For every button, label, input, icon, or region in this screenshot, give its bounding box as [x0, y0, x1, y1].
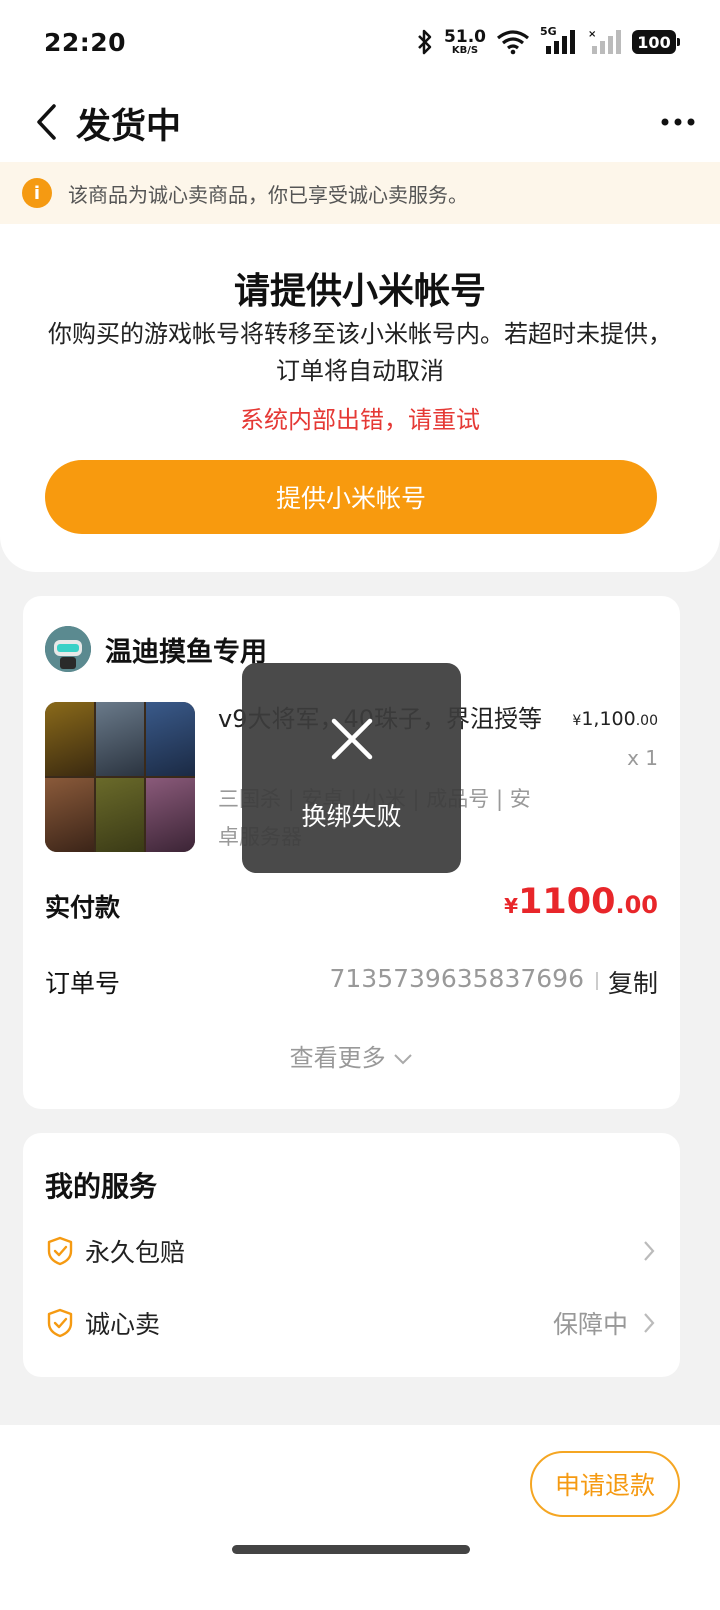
product-image[interactable] — [45, 702, 195, 852]
cellular-signal-icon: 5G — [540, 25, 578, 56]
view-more-label: 查看更多 — [289, 1044, 386, 1072]
bluetooth-icon — [418, 29, 432, 55]
info-icon: i — [22, 178, 52, 208]
chevron-left-icon — [37, 104, 56, 140]
bottom-bar: 申请退款 — [0, 1425, 720, 1610]
shield-check-icon — [47, 1308, 73, 1338]
order-number-label: 订单号 — [45, 969, 121, 998]
toast-message: 换绑失败 — [301, 802, 402, 831]
status-icons: 51.0 KB/S 5G × 100 — [416, 25, 680, 56]
service-item-sincere-sale[interactable]: 诚心卖 保障中 — [45, 1301, 658, 1345]
unit-price: ¥1,100.00 — [572, 708, 658, 730]
copy-button[interactable]: 复制 — [608, 964, 658, 1000]
divider — [596, 972, 598, 990]
chevron-right-icon — [644, 1313, 655, 1333]
chevron-down-icon — [394, 1054, 413, 1065]
status-time: 22:20 — [44, 27, 127, 57]
back-button[interactable] — [26, 102, 66, 142]
error-toast: 换绑失败 — [242, 663, 461, 873]
wifi-icon — [497, 30, 529, 55]
home-indicator[interactable] — [232, 1545, 470, 1554]
more-options-button[interactable] — [658, 104, 698, 140]
no-signal-icon: × — [588, 29, 621, 54]
order-number: 7135739635837696 — [329, 964, 585, 993]
paid-label: 实付款 — [45, 893, 121, 922]
refund-button[interactable]: 申请退款 — [530, 1451, 680, 1517]
header: 发货中 — [0, 84, 720, 162]
paid-amount: ¥1100.00 — [504, 882, 658, 922]
provide-account-button[interactable]: 提供小米帐号 — [45, 460, 657, 534]
status-bar: 22:20 51.0 KB/S 5G × 100 — [0, 0, 720, 84]
seller-name: 温迪摸鱼专用 — [105, 636, 267, 668]
notice-banner: i 该商品为诚心卖商品，你已享受诚心卖服务。 — [0, 162, 720, 224]
error-message: 系统内部出错，请重试 — [240, 406, 480, 434]
account-request-title: 请提供小米帐号 — [233, 271, 486, 312]
chevron-right-icon — [644, 1241, 655, 1261]
quantity: x 1 — [627, 746, 658, 770]
service-label: 诚心卖 — [85, 1310, 161, 1339]
service-label: 永久包赔 — [85, 1238, 186, 1267]
network-speed: 51.0 KB/S — [444, 26, 486, 56]
seller-row[interactable]: 温迪摸鱼专用 — [45, 626, 267, 672]
battery-icon: 100 — [632, 30, 680, 54]
svg-text:×: × — [588, 29, 596, 40]
shield-check-icon — [47, 1236, 73, 1266]
account-request-card: 请提供小米帐号 你购买的游戏帐号将转移至该小米帐号内。若超时未提供，订单将自动取… — [0, 224, 720, 572]
view-more-button[interactable]: 查看更多 — [23, 1038, 680, 1073]
service-item-permanent-compensation[interactable]: 永久包赔 — [45, 1229, 658, 1273]
close-icon — [331, 718, 373, 760]
notice-text: 该商品为诚心卖商品，你已享受诚心卖服务。 — [68, 182, 468, 207]
services-card: 我的服务 永久包赔 诚心卖 保障中 — [23, 1133, 680, 1377]
account-request-description: 你购买的游戏帐号将转移至该小米帐号内。若超时未提供，订单将自动取消 — [48, 320, 672, 385]
avatar — [45, 626, 91, 672]
more-icon — [661, 118, 695, 126]
page-title: 发货中 — [76, 107, 182, 147]
services-title: 我的服务 — [45, 1170, 158, 1203]
service-status: 保障中 — [552, 1310, 628, 1339]
